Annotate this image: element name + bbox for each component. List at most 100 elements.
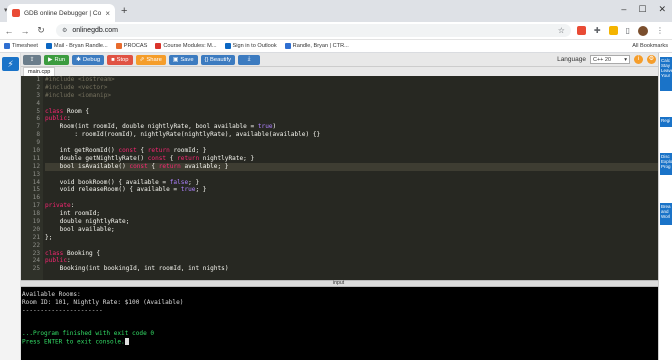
code-line[interactable]: double getNightlyRate() const { return n… bbox=[45, 155, 658, 163]
line-number: 20 bbox=[32, 225, 40, 233]
site-info-icon[interactable]: ⚙ bbox=[62, 27, 67, 34]
all-bookmarks[interactable]: All Bookmarks bbox=[632, 43, 668, 49]
output-console[interactable]: Available Rooms: Room ID: 101, Nightly Ra… bbox=[21, 287, 658, 360]
bookmark-icon bbox=[45, 43, 52, 49]
new-tab-icon[interactable]: + bbox=[121, 5, 127, 17]
stop-button[interactable]: ■ Stop bbox=[107, 54, 133, 65]
code-line[interactable]: bool available; bbox=[45, 226, 658, 234]
beautify-button[interactable]: {} Beautify bbox=[200, 54, 235, 65]
console-cursor bbox=[124, 338, 129, 346]
puzzle-icon[interactable]: ✚ bbox=[594, 26, 601, 36]
panel-splitter[interactable]: input bbox=[21, 280, 658, 287]
forward-icon[interactable]: → bbox=[20, 26, 30, 36]
line-number: 3 bbox=[36, 91, 40, 99]
address-bar-row: ← → ↻ ⚙ onlinegdb.com ☆ ✚ ▯ ⋮ bbox=[0, 22, 672, 40]
code-line[interactable]: #include <vector> bbox=[45, 84, 658, 92]
code-line[interactable] bbox=[45, 171, 658, 179]
bookmark-item[interactable]: Course Modules: M... bbox=[155, 43, 217, 49]
code-line[interactable]: Booking(int bookingId, int roomId, int n… bbox=[45, 265, 658, 273]
code-line[interactable] bbox=[45, 100, 658, 108]
code-line[interactable]: public: bbox=[45, 257, 658, 265]
code-line[interactable] bbox=[45, 242, 658, 250]
back-icon[interactable]: ← bbox=[4, 26, 14, 36]
save-button[interactable]: ▣ Save bbox=[168, 54, 198, 65]
file-tab-main[interactable]: main.cpp bbox=[23, 67, 56, 76]
upload-button[interactable]: ⇪ bbox=[23, 54, 41, 65]
code-line[interactable]: : roomId(roomId), nightlyRate(nightlyRat… bbox=[45, 131, 658, 139]
close-window-icon[interactable]: ✕ bbox=[658, 4, 666, 15]
url-field[interactable]: ⚙ onlinegdb.com ☆ bbox=[56, 24, 571, 37]
code-line[interactable]: private: bbox=[45, 202, 658, 210]
code-line[interactable] bbox=[45, 139, 658, 147]
bookmark-item[interactable]: Mail - Bryan Randle... bbox=[45, 43, 108, 49]
line-number: 14 bbox=[32, 178, 40, 186]
debug-button[interactable]: ✱ Debug bbox=[72, 54, 105, 65]
code-line[interactable]: void bookRoom() { available = false; } bbox=[45, 179, 658, 187]
line-number-gutter: 1 2 3 4 5 6 7 8 9 10 11 12 13 14 15 16 17 18 19 20 21 22 23 24 2… bbox=[21, 76, 43, 280]
bookmark-icon bbox=[224, 43, 231, 49]
browser-tab[interactable]: GDB online Debugger | Compi... × bbox=[7, 4, 115, 22]
bookmark-label: Timesheet bbox=[12, 43, 38, 49]
bookmark-label: Randle, Bryan | CTR... bbox=[292, 43, 349, 49]
console-line: ---------------------- bbox=[22, 306, 103, 314]
code-line[interactable]: class Booking { bbox=[45, 250, 658, 258]
run-button[interactable]: ▶ Run bbox=[44, 54, 70, 65]
code-editor[interactable]: 1 2 3 4 5 6 7 8 9 10 11 12 13 14 15 16 17 18 19 20 21 22 23 24 2… bbox=[21, 76, 658, 280]
code-line[interactable]: int getRoomId() const { return roomId; } bbox=[45, 147, 658, 155]
input-label[interactable]: input bbox=[333, 280, 344, 286]
code-line[interactable] bbox=[45, 194, 658, 202]
code-line[interactable]: #include <iostream> bbox=[45, 76, 658, 84]
console-line: ...Program finished with exit code 0 bbox=[22, 330, 155, 338]
ad-banner[interactable]: Disc Explo Prog bbox=[660, 153, 672, 175]
file-tab-row: main.cpp bbox=[21, 67, 658, 76]
ad-banner[interactable]: Regi bbox=[660, 117, 672, 127]
language-select[interactable]: C++ 20 ▾ bbox=[590, 55, 630, 64]
sidebar-toggle-icon[interactable]: ⚡ bbox=[2, 57, 19, 71]
code-line[interactable]: class Room { bbox=[45, 108, 658, 116]
ad-banner[interactable]: Calc Stay Leave Your bbox=[660, 57, 672, 91]
minimize-icon[interactable]: – bbox=[621, 4, 626, 15]
bookmark-item[interactable]: PROCAS bbox=[115, 43, 147, 49]
close-tab-icon[interactable]: × bbox=[105, 9, 110, 18]
bookmark-icon bbox=[284, 43, 291, 49]
download-button[interactable]: ⤓ bbox=[237, 54, 260, 65]
info-icon[interactable]: i bbox=[634, 55, 643, 64]
code-line[interactable]: double nightlyRate; bbox=[45, 218, 658, 226]
maximize-icon[interactable]: ☐ bbox=[638, 4, 646, 15]
save-label: Save bbox=[180, 56, 194, 63]
code-line[interactable]: void releaseRoom() { available = true; } bbox=[45, 186, 658, 194]
share-button[interactable]: ⇗ Share bbox=[135, 54, 166, 65]
profile-avatar[interactable] bbox=[638, 25, 648, 36]
reload-icon[interactable]: ↻ bbox=[36, 25, 46, 36]
line-number: 4 bbox=[36, 99, 40, 107]
code-line[interactable]: }; bbox=[45, 234, 658, 242]
line-number: 16 bbox=[32, 194, 40, 202]
code-area[interactable]: #include <iostream> #include <vector> #inc… bbox=[45, 76, 658, 273]
line-number: 17 bbox=[32, 202, 40, 210]
code-line[interactable]: #include <iomanip> bbox=[45, 92, 658, 100]
toolbar-extensions: ✚ ▯ ⋮ bbox=[576, 25, 664, 36]
extension-yellow-icon[interactable] bbox=[608, 25, 618, 35]
menu-icon[interactable]: ⋮ bbox=[656, 26, 664, 36]
code-line[interactable]: Room(int roomId, double nightlyRate, boo… bbox=[45, 123, 658, 131]
gdb-favicon-icon bbox=[12, 9, 20, 17]
settings-icon[interactable]: ⚙ bbox=[647, 55, 656, 64]
line-number: 7 bbox=[36, 123, 40, 131]
bookmark-item[interactable]: Sign in to Outlook bbox=[224, 43, 277, 49]
chevron-down-icon: ▾ bbox=[624, 56, 627, 63]
bookmark-item[interactable]: Timesheet bbox=[4, 43, 38, 49]
bookmark-item[interactable]: Randle, Bryan | CTR... bbox=[284, 43, 349, 49]
code-line[interactable]: public: bbox=[45, 115, 658, 123]
url-text: onlinegdb.com bbox=[72, 27, 118, 34]
line-number: 11 bbox=[32, 154, 40, 162]
bookmark-star-icon[interactable]: ☆ bbox=[558, 26, 565, 35]
play-icon: ▶ bbox=[48, 56, 53, 63]
sidepanel-icon[interactable]: ▯ bbox=[626, 26, 630, 36]
code-line[interactable]: int roomId; bbox=[45, 210, 658, 218]
code-line[interactable]: bool isAvailable() const { return availa… bbox=[45, 162, 658, 171]
ad-banner[interactable]: Brea and Worl bbox=[660, 203, 672, 225]
extension-icon[interactable] bbox=[576, 25, 586, 35]
line-number: 8 bbox=[36, 131, 40, 139]
